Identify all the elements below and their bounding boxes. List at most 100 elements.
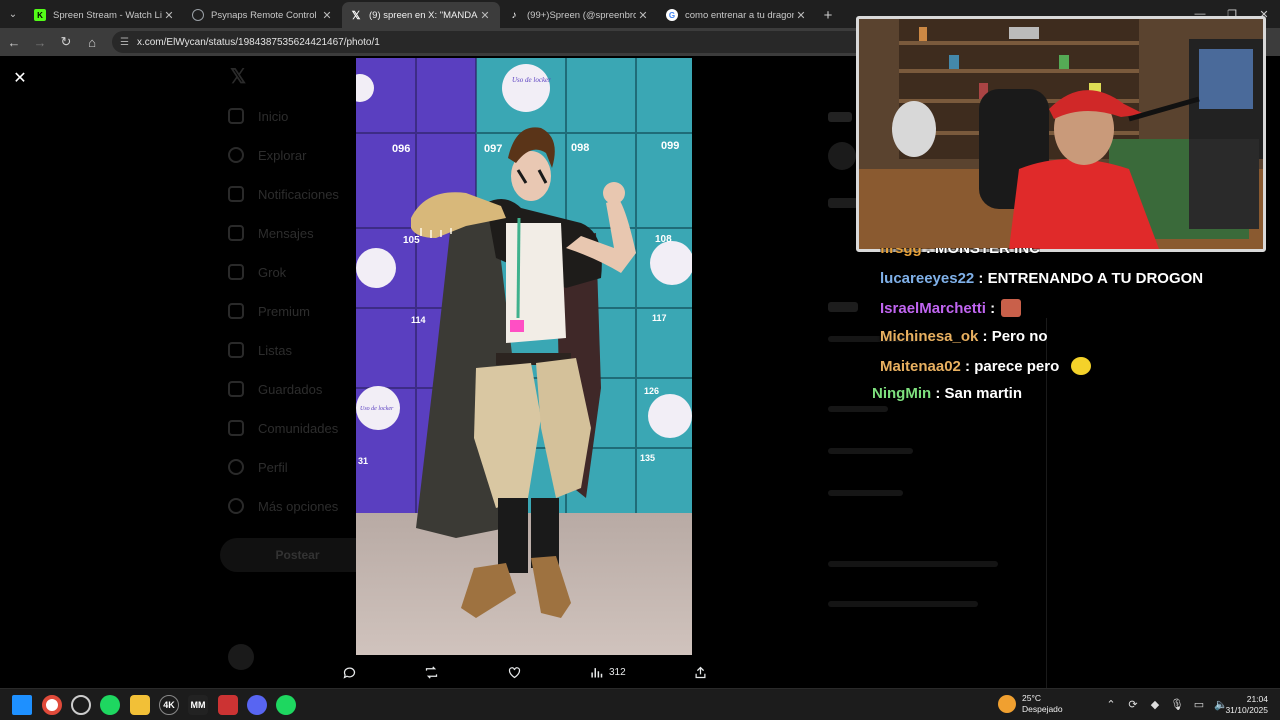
tab-psynaps[interactable]: Psynaps Remote Control ✕: [184, 2, 342, 28]
fist: [603, 182, 625, 204]
tab-kick[interactable]: K Spreen Stream - Watch Live on ✕: [26, 2, 184, 28]
clock-date: 31/10/2025: [1225, 705, 1268, 715]
grok-icon: [228, 264, 244, 280]
chat-emote: [1001, 299, 1022, 317]
app-mm-icon[interactable]: MM: [188, 695, 208, 715]
app-overlay-icon[interactable]: [218, 695, 238, 715]
post-photo[interactable]: Uso de locker Uso de locker 096 097 098 …: [356, 58, 692, 655]
url-field[interactable]: ☰ x.com/ElWycan/status/19843875356244214…: [112, 31, 872, 53]
like-button[interactable]: [507, 665, 522, 680]
sidebar-item-notificaciones[interactable]: Notificaciones: [228, 186, 339, 202]
sidebar-label: Mensajes: [258, 225, 314, 241]
sidebar-item-guardados[interactable]: Guardados: [228, 381, 322, 397]
spotify-icon-2[interactable]: [276, 695, 296, 715]
profile-icon: [228, 459, 244, 475]
display-icon[interactable]: ▭: [1188, 698, 1210, 711]
sidebar-item-grok[interactable]: Grok: [228, 264, 286, 280]
chat-message: firsgg : MONSTER INC: [880, 240, 1041, 257]
sidebar-item-mensajes[interactable]: Mensajes: [228, 225, 314, 241]
sidebar-label: Inicio: [258, 108, 289, 124]
chrome-icon[interactable]: [42, 695, 62, 715]
close-tab-icon[interactable]: ✕: [636, 9, 650, 22]
more-icon: [228, 498, 244, 514]
views-button[interactable]: 312: [589, 665, 626, 680]
folder-icon[interactable]: [130, 695, 150, 715]
windows-start-icon[interactable]: [12, 695, 32, 715]
cosplay-photo: Uso de locker Uso de locker 096 097 098 …: [356, 58, 692, 655]
search-icon: [228, 147, 244, 163]
spotify-icon[interactable]: [100, 695, 120, 715]
post-actions-bar: 312: [330, 660, 720, 684]
leg-left: [498, 498, 528, 573]
chat-username: Maitenaa02: [880, 357, 961, 375]
sidebar-label: Premium: [258, 303, 311, 319]
tab-title: Psynaps Remote Control: [211, 9, 317, 21]
sidebar-item-premium[interactable]: Premium: [228, 303, 310, 319]
mic-icon[interactable]: 🎙: [1166, 698, 1188, 711]
url-text: x.com/ElWycan/status/1984387535624421467…: [136, 36, 380, 48]
sync-icon[interactable]: ⟳: [1122, 698, 1144, 711]
tab-search-icon[interactable]: ⌄: [0, 0, 26, 28]
app-4k-icon[interactable]: 4K: [159, 695, 179, 715]
reply-icon: [343, 667, 356, 679]
tab-title: (99+)Spreen (@spreenbro) ofic: [527, 9, 636, 21]
sidebar-label: Comunidades: [258, 420, 339, 436]
account-avatar[interactable]: [228, 644, 254, 670]
new-tab-button[interactable]: +: [816, 2, 840, 28]
close-tab-icon[interactable]: ✕: [162, 9, 176, 22]
close-tab-icon[interactable]: ✕: [478, 9, 492, 22]
reply-button[interactable]: [342, 665, 357, 680]
locker-number: 108: [655, 234, 672, 245]
forward-icon[interactable]: →: [28, 30, 52, 54]
locker-number: 135: [640, 453, 655, 463]
close-photo-button[interactable]: ✕: [10, 68, 30, 88]
placeholder-bar: [828, 448, 913, 454]
sidebar-item-inicio[interactable]: Inicio: [228, 108, 288, 124]
clock[interactable]: 21:04 31/10/2025: [1225, 694, 1268, 716]
tab-x-post[interactable]: 𝕏 (9) spreen en X: "MANDANME ✕: [342, 2, 500, 28]
locker-poster: [356, 248, 396, 288]
share-button[interactable]: [693, 665, 708, 680]
sidebar-item-explorar[interactable]: Explorar: [228, 147, 306, 163]
locker-number: 114: [411, 315, 426, 325]
stream-chat-overlay: firsgg : MONSTER INC lucareeyes22 : ENTR…: [868, 240, 1238, 410]
obs-icon[interactable]: [71, 695, 91, 715]
sidebar-item-listas[interactable]: Listas: [228, 342, 292, 358]
tab-title: (9) spreen en X: "MANDANME: [369, 9, 478, 21]
tab-tiktok[interactable]: ♪ (99+)Spreen (@spreenbro) ofic ✕: [500, 2, 658, 28]
site-info-icon[interactable]: ☰: [120, 37, 129, 48]
chat-text: : MONSTER INC: [925, 240, 1041, 257]
tab-google[interactable]: G como entrenar a tu dragon - Bu ✕: [658, 2, 816, 28]
weather-condition: Despejado: [1022, 704, 1063, 714]
tray-chevron-icon[interactable]: ⌃: [1100, 698, 1122, 711]
sidebar-item-comunidades[interactable]: Comunidades: [228, 420, 338, 436]
system-tray: ⌃ ⟳ ◆ 🎙 ▭ 🔈: [1100, 698, 1232, 711]
repost-button[interactable]: [424, 665, 439, 680]
weather-widget[interactable]: 25°C Despejado: [998, 693, 1063, 715]
close-tab-icon[interactable]: ✕: [794, 9, 808, 22]
sidebar-item-perfil[interactable]: Perfil: [228, 459, 288, 475]
views-count: 312: [608, 666, 626, 678]
sidebar-label: Grok: [258, 264, 287, 280]
chat-message: Michinesa_ok : Pero no: [880, 328, 1048, 345]
home-icon[interactable]: ⌂: [80, 30, 104, 54]
back-icon[interactable]: ←: [2, 30, 26, 54]
sidebar-item-mas-opciones[interactable]: Más opciones: [228, 498, 338, 514]
reload-icon[interactable]: ↻: [54, 30, 78, 54]
bookmark-icon: [228, 381, 244, 397]
chat-text: : parece pero: [965, 357, 1060, 375]
x-icon: 𝕏: [351, 9, 361, 22]
defender-icon[interactable]: ◆: [1144, 698, 1166, 711]
plush-figure: [892, 101, 936, 157]
heart-icon: [508, 666, 520, 678]
repost-icon: [426, 665, 438, 679]
close-tab-icon[interactable]: ✕: [320, 9, 334, 22]
share-icon: [695, 666, 706, 678]
tab-title: Spreen Stream - Watch Live on: [53, 9, 162, 21]
post-button[interactable]: Postear: [220, 538, 375, 572]
locker-poster: [648, 394, 692, 438]
chat-message: NingMin : San martin: [872, 385, 1022, 402]
chat-message: lucareeyes22 : ENTRENANDO A TU DROGON: [880, 270, 1203, 287]
discord-icon[interactable]: [247, 695, 267, 715]
weather-icon: [998, 695, 1016, 713]
